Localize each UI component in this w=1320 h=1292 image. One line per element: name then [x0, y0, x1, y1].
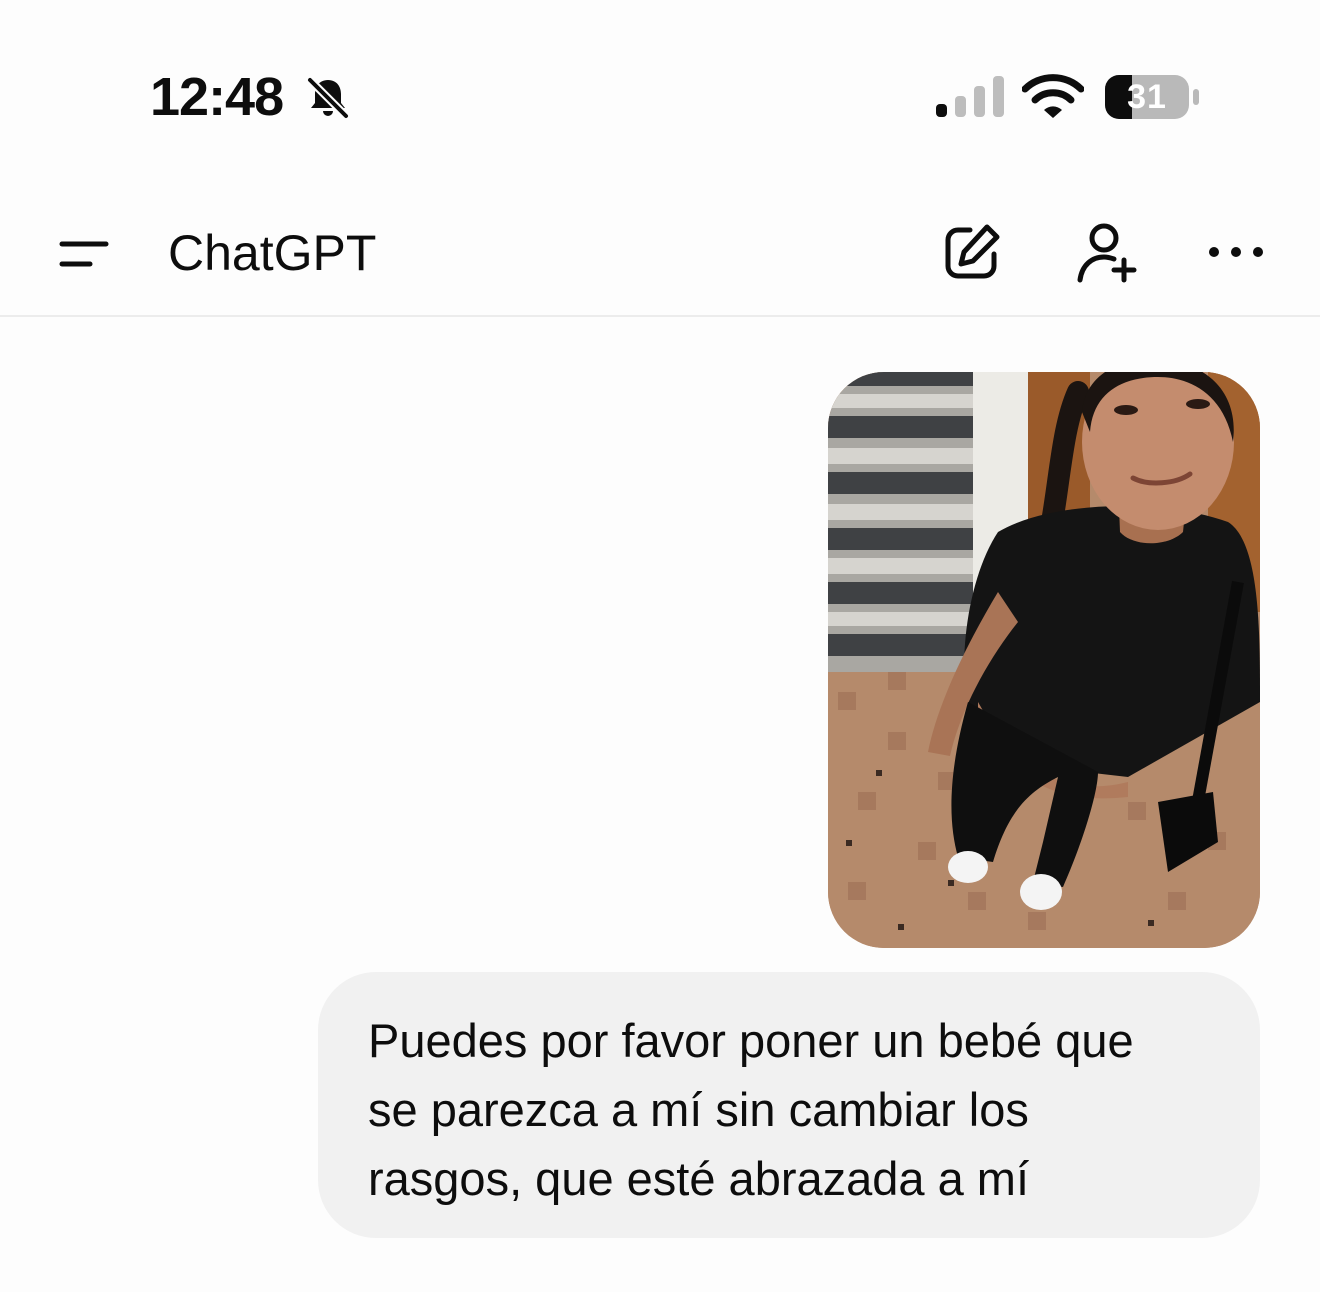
- wifi-icon: [1022, 74, 1084, 118]
- cellular-signal-icon: [936, 76, 1004, 117]
- attached-photo[interactable]: [828, 372, 1260, 948]
- status-time: 12:48: [150, 67, 284, 127]
- page-title: ChatGPT: [168, 225, 377, 281]
- new-chat-icon[interactable]: [940, 220, 1004, 284]
- conversation: Puedes por favor poner un bebé que se pa…: [0, 317, 1320, 1292]
- battery-level: 31: [1127, 78, 1167, 116]
- status-bar: 12:48 31: [0, 0, 1320, 190]
- bell-slash-icon: [307, 77, 349, 119]
- app-header: ChatGPT: [0, 190, 1320, 317]
- menu-icon[interactable]: [52, 230, 116, 278]
- add-person-icon[interactable]: [1074, 220, 1138, 284]
- more-icon[interactable]: [1204, 220, 1268, 284]
- user-message-bubble[interactable]: Puedes por favor poner un bebé que se pa…: [318, 972, 1260, 1238]
- user-message-text: Puedes por favor poner un bebé que se pa…: [368, 1014, 1134, 1205]
- battery-icon: 31: [1104, 74, 1200, 120]
